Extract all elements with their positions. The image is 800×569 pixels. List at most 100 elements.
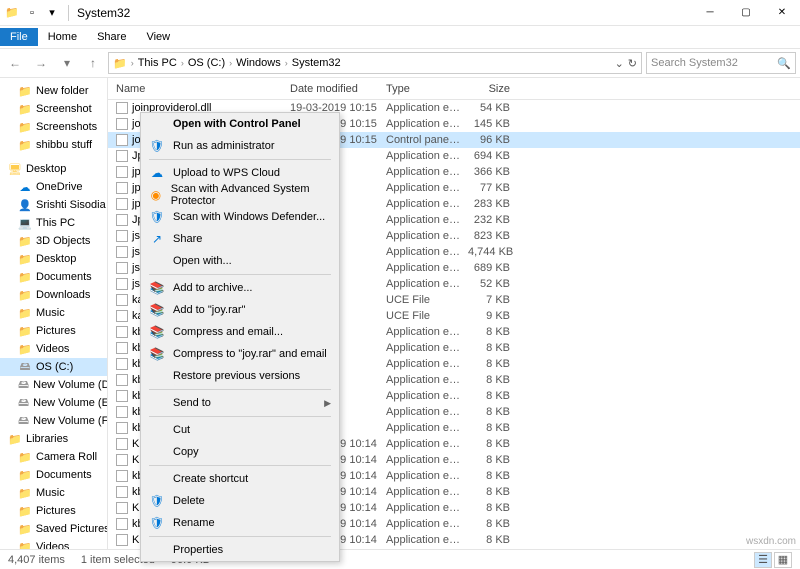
menu-separator bbox=[149, 389, 331, 390]
menu-item[interactable]: 📚Add to "joy.rar" bbox=[141, 299, 339, 321]
menu-item[interactable]: 📚Add to archive... bbox=[141, 277, 339, 299]
sidebar-item[interactable]: 📁3D Objects bbox=[0, 232, 107, 250]
sidebar-item[interactable]: 📁Music bbox=[0, 484, 107, 502]
scan-icon: ◉ bbox=[149, 187, 163, 203]
nav-bar: ← → ▾ ↑ 📁 › This PC › OS (C:) › Windows … bbox=[0, 48, 800, 78]
breadcrumb[interactable]: This PC bbox=[138, 57, 177, 69]
folder-icon: 📁 bbox=[18, 504, 32, 518]
col-date[interactable]: Date modified bbox=[282, 83, 378, 95]
sidebar-item[interactable]: 📁Pictures bbox=[0, 322, 107, 340]
desktop-icon: 🖥 bbox=[8, 162, 22, 176]
tab-home[interactable]: Home bbox=[38, 28, 87, 46]
sidebar-item[interactable]: 📁shibbu stuff bbox=[0, 136, 107, 154]
file-icon bbox=[116, 230, 128, 242]
menu-item[interactable]: Create shortcut bbox=[141, 468, 339, 490]
folder-icon: 📁 bbox=[18, 138, 32, 152]
sidebar-item[interactable]: 📁Screenshots bbox=[0, 118, 107, 136]
col-type[interactable]: Type bbox=[378, 83, 460, 95]
file-icon bbox=[116, 518, 128, 530]
sidebar-item[interactable]: ☁OneDrive bbox=[0, 178, 107, 196]
addr-dropdown-icon[interactable]: ⌄ bbox=[615, 57, 624, 70]
file-icon bbox=[116, 150, 128, 162]
sidebar-item[interactable]: 📁New folder bbox=[0, 82, 107, 100]
menu-item[interactable]: 🛡Scan with Windows Defender... bbox=[141, 206, 339, 228]
menu-item[interactable]: Properties bbox=[141, 539, 339, 561]
menu-item[interactable]: ◉Scan with Advanced System Protector bbox=[141, 184, 339, 206]
drive-icon: 🖴 bbox=[18, 396, 29, 410]
file-icon bbox=[116, 534, 128, 546]
folder-icon: 📁 bbox=[8, 432, 22, 446]
file-icon bbox=[116, 182, 128, 194]
sidebar-item[interactable]: 📁Camera Roll bbox=[0, 448, 107, 466]
menu-item[interactable]: ↗Share bbox=[141, 228, 339, 250]
sidebar-item[interactable]: 💻This PC bbox=[0, 214, 107, 232]
sidebar-item[interactable]: 📁Pictures bbox=[0, 502, 107, 520]
menu-item[interactable]: 🛡Delete bbox=[141, 490, 339, 512]
recent-dropdown[interactable]: ▾ bbox=[56, 52, 78, 74]
menu-item[interactable]: Cut bbox=[141, 419, 339, 441]
sidebar-item[interactable]: 📁Downloads bbox=[0, 286, 107, 304]
sidebar-item[interactable]: 🖴New Volume (D bbox=[0, 376, 107, 394]
sidebar-item[interactable]: 📁Desktop bbox=[0, 250, 107, 268]
file-icon bbox=[116, 374, 128, 386]
dropdown-icon[interactable]: ▾ bbox=[44, 5, 60, 21]
address-bar[interactable]: 📁 › This PC › OS (C:) › Windows › System… bbox=[108, 52, 642, 74]
tab-file[interactable]: File bbox=[0, 28, 38, 46]
drive-icon: 🖴 bbox=[18, 378, 29, 392]
menu-item[interactable]: Restore previous versions bbox=[141, 365, 339, 387]
menu-item[interactable]: 📚Compress and email... bbox=[141, 321, 339, 343]
status-bar: 4,407 items 1 item selected 96.0 KB ☰ ▦ bbox=[0, 549, 800, 569]
sidebar-item[interactable]: 📁Saved Pictures bbox=[0, 520, 107, 538]
tab-view[interactable]: View bbox=[136, 28, 180, 46]
close-button[interactable]: ✕ bbox=[764, 0, 800, 26]
forward-button[interactable]: → bbox=[30, 52, 52, 74]
shield-icon: 🛡 bbox=[149, 493, 165, 509]
menu-item[interactable]: Send to▶ bbox=[141, 392, 339, 414]
maximize-button[interactable]: ▢ bbox=[728, 0, 764, 26]
tab-share[interactable]: Share bbox=[87, 28, 136, 46]
sidebar-item[interactable]: 👤Srishti Sisodia bbox=[0, 196, 107, 214]
sidebar-item[interactable]: 📁Screenshot bbox=[0, 100, 107, 118]
sidebar-item[interactable]: 🖴New Volume (F bbox=[0, 412, 107, 430]
column-headers: Name Date modified Type Size bbox=[108, 78, 800, 100]
col-name[interactable]: Name bbox=[108, 83, 282, 95]
sidebar-item[interactable]: 📁Videos bbox=[0, 340, 107, 358]
menu-separator bbox=[149, 465, 331, 466]
up-button[interactable]: ↑ bbox=[82, 52, 104, 74]
menu-item[interactable]: 📚Compress to "joy.rar" and email bbox=[141, 343, 339, 365]
sidebar-item[interactable]: 🖴New Volume (E bbox=[0, 394, 107, 412]
view-details-button[interactable]: ☰ bbox=[754, 552, 772, 568]
back-button[interactable]: ← bbox=[4, 52, 26, 74]
menu-item[interactable]: Open with Control Panel bbox=[141, 113, 339, 135]
sidebar-item[interactable]: 📁Music bbox=[0, 304, 107, 322]
menu-item[interactable]: Open with... bbox=[141, 250, 339, 272]
folder-icon: 📁 bbox=[18, 468, 32, 482]
sidebar-item[interactable]: 📁Videos bbox=[0, 538, 107, 549]
menu-item[interactable]: Copy bbox=[141, 441, 339, 463]
search-input[interactable]: Search System32 🔍 bbox=[646, 52, 796, 74]
sidebar-item[interactable]: 🖴OS (C:) bbox=[0, 358, 107, 376]
sidebar-item[interactable]: 📁Documents bbox=[0, 268, 107, 286]
breadcrumb[interactable]: System32 bbox=[292, 57, 341, 69]
folder-icon: 📁 bbox=[18, 270, 32, 284]
sidebar-item[interactable]: 📁Documents bbox=[0, 466, 107, 484]
refresh-icon[interactable]: ↻ bbox=[628, 57, 637, 70]
file-icon bbox=[116, 134, 128, 146]
explorer-icon: 📁 bbox=[4, 5, 20, 21]
menu-item[interactable]: ☁Upload to WPS Cloud bbox=[141, 162, 339, 184]
shield-icon: 🛡 bbox=[149, 515, 165, 531]
view-icons-button[interactable]: ▦ bbox=[774, 552, 792, 568]
col-size[interactable]: Size bbox=[460, 83, 520, 95]
breadcrumb[interactable]: Windows bbox=[236, 57, 281, 69]
breadcrumb[interactable]: OS (C:) bbox=[188, 57, 225, 69]
folder-icon: 📁 bbox=[18, 252, 32, 266]
file-icon bbox=[116, 438, 128, 450]
sidebar-item[interactable]: 🖥Desktop bbox=[0, 160, 107, 178]
folder-icon: 📁 bbox=[18, 84, 32, 98]
status-items: 4,407 items bbox=[8, 554, 65, 566]
quick-access-icon[interactable]: ▫ bbox=[24, 5, 40, 21]
sidebar-item[interactable]: 📁Libraries bbox=[0, 430, 107, 448]
menu-item[interactable]: 🛡Run as administrator bbox=[141, 135, 339, 157]
menu-item[interactable]: 🛡Rename bbox=[141, 512, 339, 534]
minimize-button[interactable]: ─ bbox=[692, 0, 728, 26]
